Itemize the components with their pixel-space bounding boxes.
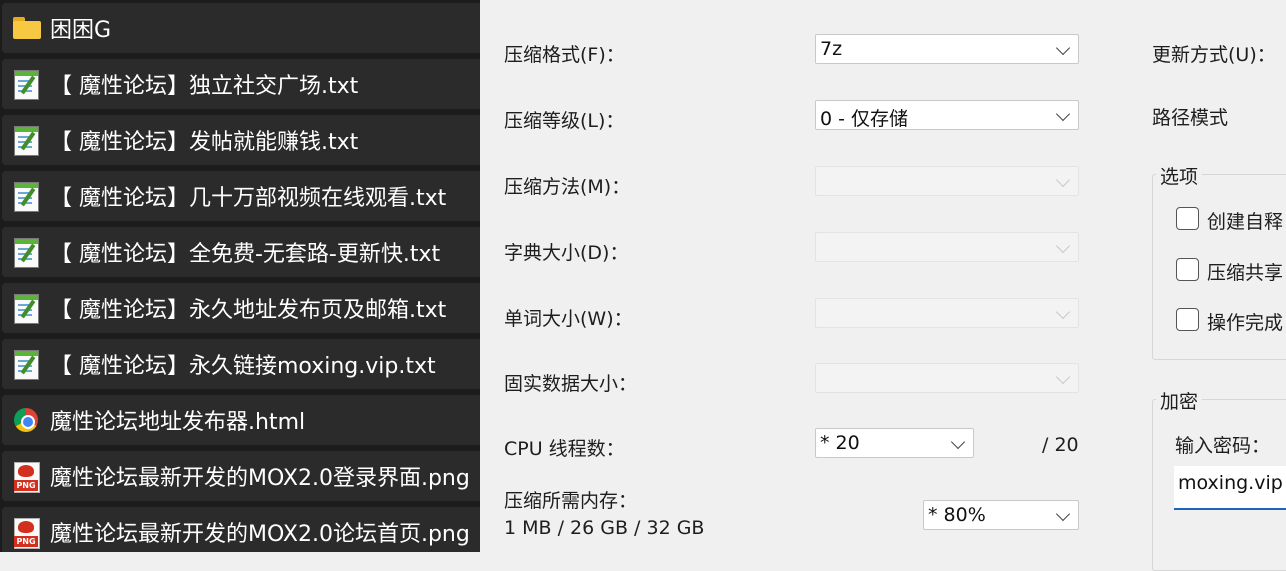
format-select[interactable]: 7z <box>815 34 1079 64</box>
chevron-down-icon <box>950 434 966 450</box>
folder-icon <box>13 13 41 43</box>
compression-dialog: 压缩格式(F)： 7z 压缩等级(L)： 0 - 仅存储 压缩方法(M)： 字典… <box>480 0 1286 571</box>
png-file-icon: PNG <box>13 461 40 493</box>
file-name: 【 魔性论坛】几十万部视频在线观看.txt <box>50 186 447 211</box>
text-file-icon <box>13 181 39 212</box>
chevron-down-icon <box>1055 172 1071 188</box>
options-group-title: 选项 <box>1156 162 1203 189</box>
method-select[interactable] <box>815 166 1079 196</box>
format-value: 7z <box>820 38 843 60</box>
dictionary-size-select[interactable] <box>815 232 1079 262</box>
file-name: 【 魔性论坛】全免费-无套路-更新快.txt <box>50 242 441 267</box>
file-name: 【 魔性论坛】发帖就能赚钱.txt <box>50 130 359 155</box>
file-item[interactable]: PNG 魔性论坛最新开发的MOX2.0论坛首页.png <box>2 507 480 552</box>
chevron-down-icon <box>1055 506 1071 522</box>
file-item[interactable]: 【 魔性论坛】永久链接moxing.vip.txt <box>2 339 480 389</box>
file-name: 【 魔性论坛】永久链接moxing.vip.txt <box>50 354 436 379</box>
chevron-down-icon <box>1055 40 1071 56</box>
file-name: 魔性论坛最新开发的MOX2.0登录界面.png <box>50 466 470 491</box>
format-label: 压缩格式(F)： <box>504 44 625 66</box>
chevron-down-icon <box>1055 369 1071 385</box>
text-file-icon <box>13 293 39 324</box>
file-name: 魔性论坛地址发布器.html <box>50 410 306 435</box>
update-mode-label: 更新方式(U)： <box>1152 44 1276 66</box>
file-item[interactable]: 【 魔性论坛】几十万部视频在线观看.txt <box>2 171 480 221</box>
checkbox-after-done-label: 操作完成 <box>1207 312 1284 334</box>
solid-block-size-label: 固实数据大小： <box>504 373 638 395</box>
file-list-pane: 困困G 【 魔性论坛】独立社交广场.txt 【 魔性论坛】发帖就能赚钱.txt … <box>0 0 480 552</box>
chevron-down-icon <box>1055 304 1071 320</box>
chevron-down-icon <box>1055 106 1071 122</box>
level-value: 0 - 仅存储 <box>820 108 909 130</box>
dictionary-size-label: 字典大小(D)： <box>504 242 629 264</box>
method-label: 压缩方法(M)： <box>504 176 631 198</box>
file-item[interactable]: 【 魔性论坛】独立社交广场.txt <box>2 59 480 109</box>
file-item[interactable]: 【 魔性论坛】全免费-无套路-更新快.txt <box>2 227 480 277</box>
memory-usage-percent: * 80% <box>928 504 986 526</box>
file-item[interactable]: 【 魔性论坛】发帖就能赚钱.txt <box>2 115 480 165</box>
password-value: moxing.vip <box>1178 472 1283 494</box>
file-name: 困困G <box>50 18 112 43</box>
text-file-icon <box>13 69 39 100</box>
cpu-threads-total: / 20 <box>1042 434 1079 456</box>
checkbox-shared[interactable] <box>1176 258 1199 281</box>
checkbox-shared-label: 压缩共享 <box>1207 262 1284 284</box>
text-file-icon <box>13 237 39 268</box>
text-file-icon <box>13 349 39 380</box>
checkbox-sfx-label: 创建自释 <box>1207 211 1284 233</box>
level-select[interactable]: 0 - 仅存储 <box>815 100 1079 130</box>
file-item[interactable]: 魔性论坛地址发布器.html <box>2 395 480 445</box>
memory-usage-value: 1 MB / 26 GB / 32 GB <box>504 517 705 539</box>
cpu-threads-value: * 20 <box>820 432 860 454</box>
file-item-folder[interactable]: 困困G <box>2 3 480 53</box>
memory-usage-select[interactable]: * 80% <box>923 500 1079 530</box>
checkbox-after-done[interactable] <box>1176 308 1199 331</box>
chevron-down-icon <box>1055 238 1071 254</box>
checkbox-sfx[interactable] <box>1176 207 1199 230</box>
cpu-threads-select[interactable]: * 20 <box>815 428 974 458</box>
file-name: 【 魔性论坛】永久地址发布页及邮箱.txt <box>50 298 447 323</box>
png-file-icon: PNG <box>13 517 40 549</box>
level-label: 压缩等级(L)： <box>504 110 625 132</box>
solid-block-size-select[interactable] <box>815 363 1079 393</box>
word-size-select[interactable] <box>815 298 1079 328</box>
password-input[interactable]: moxing.vip <box>1174 466 1286 510</box>
file-name: 魔性论坛最新开发的MOX2.0论坛首页.png <box>50 522 470 547</box>
cpu-threads-label: CPU 线程数： <box>504 438 625 460</box>
chrome-html-icon <box>13 405 39 435</box>
file-name: 【 魔性论坛】独立社交广场.txt <box>50 74 359 99</box>
file-item[interactable]: 【 魔性论坛】永久地址发布页及邮箱.txt <box>2 283 480 333</box>
memory-usage-label: 压缩所需内存： <box>504 490 638 512</box>
encryption-group-title: 加密 <box>1156 387 1203 414</box>
word-size-label: 单词大小(W)： <box>504 308 633 330</box>
password-label: 输入密码： <box>1175 435 1271 457</box>
file-item[interactable]: PNG 魔性论坛最新开发的MOX2.0登录界面.png <box>2 451 480 501</box>
path-mode-label: 路径模式 <box>1152 107 1229 129</box>
text-file-icon <box>13 125 39 156</box>
